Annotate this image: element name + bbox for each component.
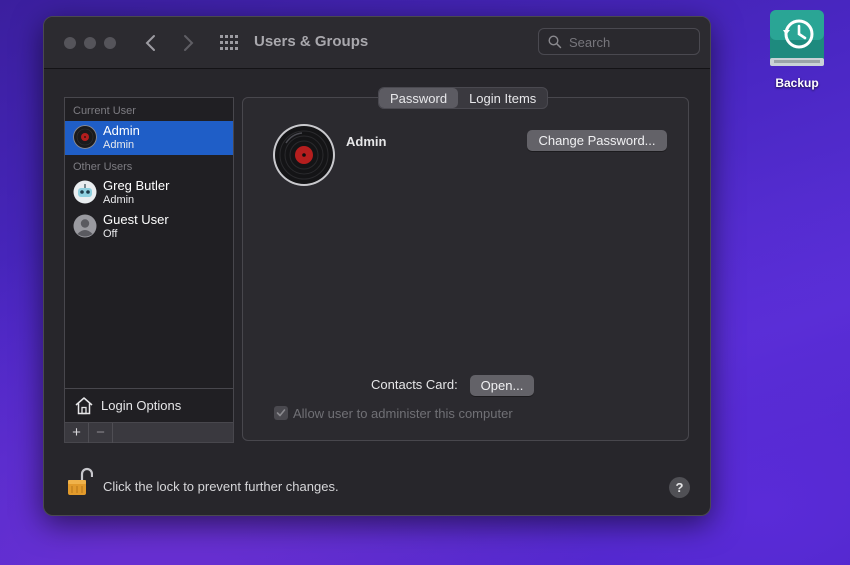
search-icon [548, 35, 562, 49]
back-button[interactable] [141, 32, 161, 54]
tab-bar: Password Login Items [378, 87, 549, 109]
other-users-header: Other Users [73, 161, 133, 173]
user-name: Greg Butler [103, 178, 170, 193]
chevron-right-icon [184, 35, 194, 51]
account-name: Admin [346, 134, 387, 149]
users-groups-window: Users & Groups Current User Admin Admin … [43, 16, 711, 516]
checkmark-icon [276, 409, 286, 417]
allow-admin-checkbox[interactable] [274, 406, 288, 420]
generic-user-avatar-icon [73, 214, 97, 238]
forward-button[interactable] [178, 32, 198, 54]
add-user-button[interactable]: + [65, 423, 89, 443]
zoom-window-button[interactable] [104, 37, 116, 49]
search-input[interactable] [569, 32, 693, 52]
user-row-greg-butler[interactable]: Greg Butler Admin [65, 176, 233, 210]
user-role: Admin [103, 139, 135, 151]
tab-login-items[interactable]: Login Items [458, 88, 547, 108]
show-all-button[interactable] [220, 35, 238, 51]
login-options-label: Login Options [101, 398, 182, 413]
desktop-icon-backup[interactable]: Backup [765, 8, 829, 92]
user-name: Guest User [103, 212, 169, 227]
open-contacts-card-button[interactable]: Open... [470, 375, 534, 396]
user-role: Off [103, 228, 118, 240]
change-password-button[interactable]: Change Password... [527, 130, 667, 151]
users-sidebar: Current User Admin Admin Other Users Gre… [64, 97, 234, 443]
lock-status-text: Click the lock to prevent further change… [103, 479, 339, 494]
time-machine-drive-icon [770, 10, 824, 66]
tab-password[interactable]: Password [379, 88, 459, 108]
contacts-card-label: Contacts Card: [371, 377, 458, 392]
current-user-header: Current User [73, 105, 136, 117]
login-options-item[interactable]: Login Options [65, 388, 233, 422]
desktop-icon-label: Backup [775, 76, 819, 90]
vinyl-record-large-avatar-icon[interactable] [272, 123, 336, 187]
user-role: Admin [103, 194, 135, 206]
grid-icon [220, 35, 238, 50]
minimize-window-button[interactable] [84, 37, 96, 49]
user-row-admin[interactable]: Admin Admin [65, 121, 233, 155]
robot-avatar-icon [73, 180, 97, 204]
vinyl-record-avatar-icon [73, 125, 97, 149]
search-field[interactable] [538, 28, 700, 55]
user-row-guest-user[interactable]: Guest User Off [65, 210, 233, 244]
allow-admin-label: Allow user to administer this computer [293, 406, 513, 421]
title-bar: Users & Groups [44, 17, 710, 69]
remove-user-button[interactable]: − [89, 423, 113, 443]
unlocked-padlock-icon[interactable] [67, 466, 93, 498]
chevron-left-icon [145, 35, 155, 51]
window-title: Users & Groups [254, 33, 369, 50]
house-icon [75, 397, 93, 415]
user-name: Admin [103, 123, 140, 138]
close-window-button[interactable] [64, 37, 76, 49]
help-button[interactable]: ? [669, 477, 690, 498]
sidebar-toolbar: + − [65, 422, 233, 443]
